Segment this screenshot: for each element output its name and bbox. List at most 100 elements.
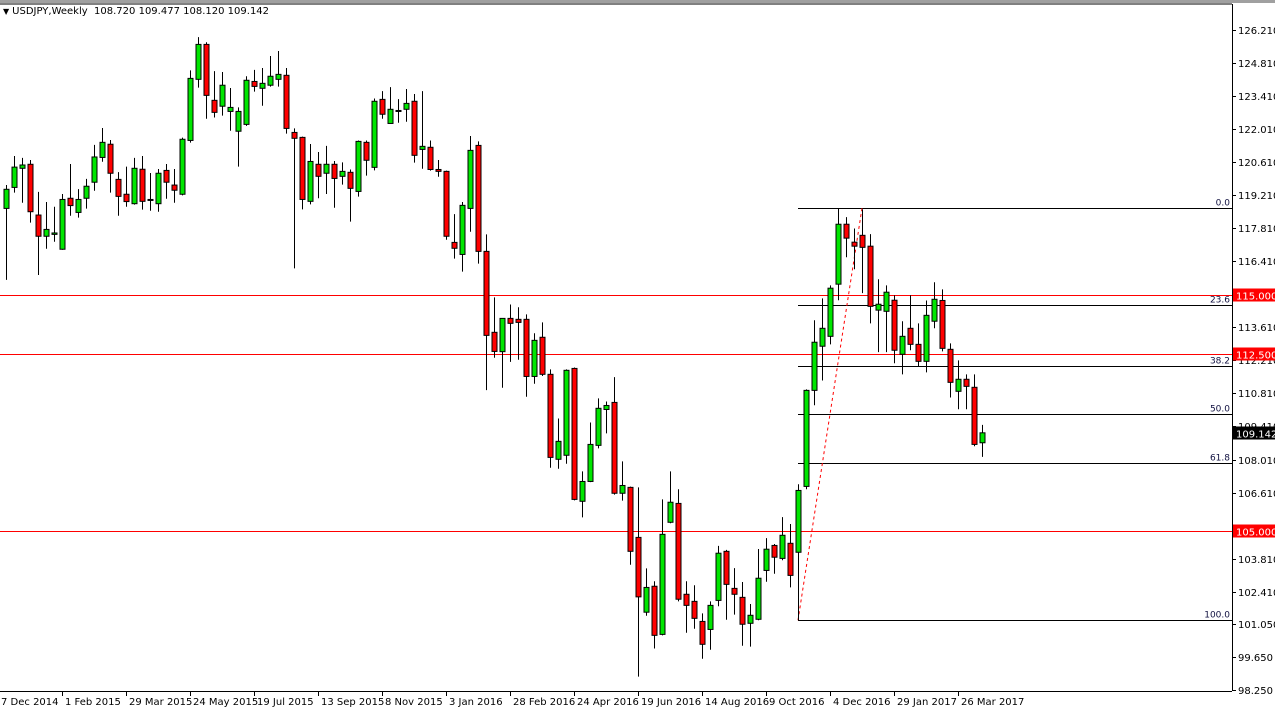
candle-body [27,163,34,213]
candle [667,471,674,524]
candle-body [923,314,930,362]
candle-body [379,98,386,115]
candle-body [235,110,242,132]
candle [707,601,714,650]
candle [251,69,258,92]
fib-level-label: 61.8 [1210,454,1230,464]
candle-body [547,373,554,458]
chart-header: ▼ USDJPY,Weekly 108.720 109.477 108.120 1… [3,6,269,17]
candle-body [363,141,370,161]
price-axis-label: 117.810 [1238,224,1275,235]
candle [491,297,498,358]
candle-body [819,327,826,347]
candle [11,156,18,193]
date-axis-label: 3 Jan 2016 [449,697,503,708]
candle [147,173,154,211]
date-axis-label: 7 Dec 2014 [1,697,59,708]
candle [763,538,770,582]
candle [363,140,370,176]
candle [603,401,610,434]
candle [699,613,706,659]
candle [99,127,106,162]
low-value: 108.120 [183,6,225,17]
candle-body [283,74,290,129]
candle [243,76,250,126]
candle-body [747,614,754,624]
candle-body [83,185,90,199]
candle [947,343,954,398]
candle [267,55,274,87]
candle [867,234,874,324]
candle [963,374,970,410]
candle-body [243,79,250,125]
candle-body [843,223,850,239]
candle [627,486,634,565]
candle-body [555,440,562,460]
candle-body [467,149,474,209]
date-axis-label: 24 Apr 2016 [577,697,639,708]
candle-body [275,73,282,80]
candle [515,307,522,360]
candle [475,141,482,264]
candle-body [3,188,10,209]
candle [691,585,698,629]
price-axis-label: 108.010 [1238,456,1275,467]
candle [187,70,194,143]
date-axis-label: 4 Dec 2016 [833,697,891,708]
date-axis-label: 1 Feb 2015 [65,697,121,708]
price-axis-label: 113.610 [1238,323,1275,334]
candle-body [699,620,706,645]
candle [875,279,882,353]
candle-body [443,170,450,237]
candle [299,136,306,210]
candle-body [459,204,466,255]
candle [227,88,234,131]
candle-body [795,489,802,553]
candle [971,374,978,447]
open-value: 108.720 [94,6,136,17]
candle [683,581,690,633]
candle-body [771,544,778,558]
candlestick-chart[interactable]: 0.0 23.6 38.2 50.0 61.8 100.0 126.210 124.810 1… [0,0,1275,713]
candle-body [643,586,650,613]
candle-body [675,502,682,600]
candle-body [955,378,962,392]
candle [755,548,762,621]
candle-body [907,327,914,345]
candle-body [611,401,618,494]
candle-body [979,432,986,444]
candle-body [155,172,162,205]
candle-body [667,501,674,523]
candle [955,360,962,410]
candle-body [267,75,274,86]
candle-body [683,593,690,606]
candle [339,162,346,185]
candle [643,568,650,616]
candle [499,317,506,388]
candle-body [659,533,666,635]
date-axis-label: 26 Mar 2017 [961,697,1024,708]
candle-body [755,577,762,620]
candle [747,603,754,647]
candle-body [803,389,810,487]
candle [531,333,538,384]
candle [619,461,626,501]
candle-body [963,378,970,387]
high-value: 109.477 [138,6,180,17]
candle-body [107,143,114,174]
candle-body [875,303,882,311]
candle-body [563,369,570,456]
candle-body [291,131,298,139]
candle [347,169,354,222]
candle [915,323,922,367]
candle-body [499,317,506,353]
candle [211,71,218,118]
price-tag-label: 105.000 [1236,528,1275,539]
candle [931,282,938,329]
candle [67,164,74,216]
triangle-down-icon[interactable]: ▼ [3,7,9,16]
candle [539,322,546,376]
fib-level-label: 100.0 [1204,611,1230,621]
candle [731,568,738,615]
candle [571,367,578,501]
